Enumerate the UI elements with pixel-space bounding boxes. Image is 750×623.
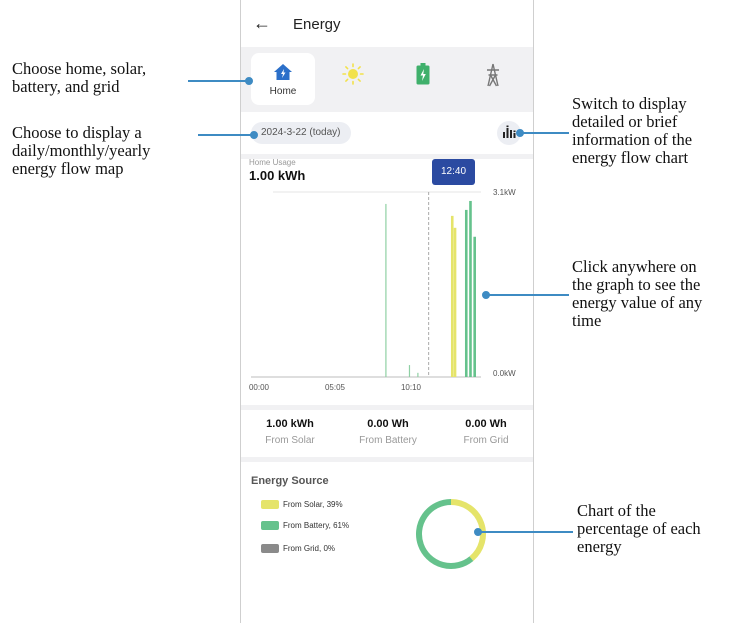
callout-dot-tabs <box>245 77 253 85</box>
annotation-callouts <box>188 77 573 536</box>
callout-dot-mode <box>516 129 524 137</box>
callout-dot-date <box>250 131 258 139</box>
callout-dot-chart <box>482 291 490 299</box>
callout-dot-donut <box>474 528 482 536</box>
